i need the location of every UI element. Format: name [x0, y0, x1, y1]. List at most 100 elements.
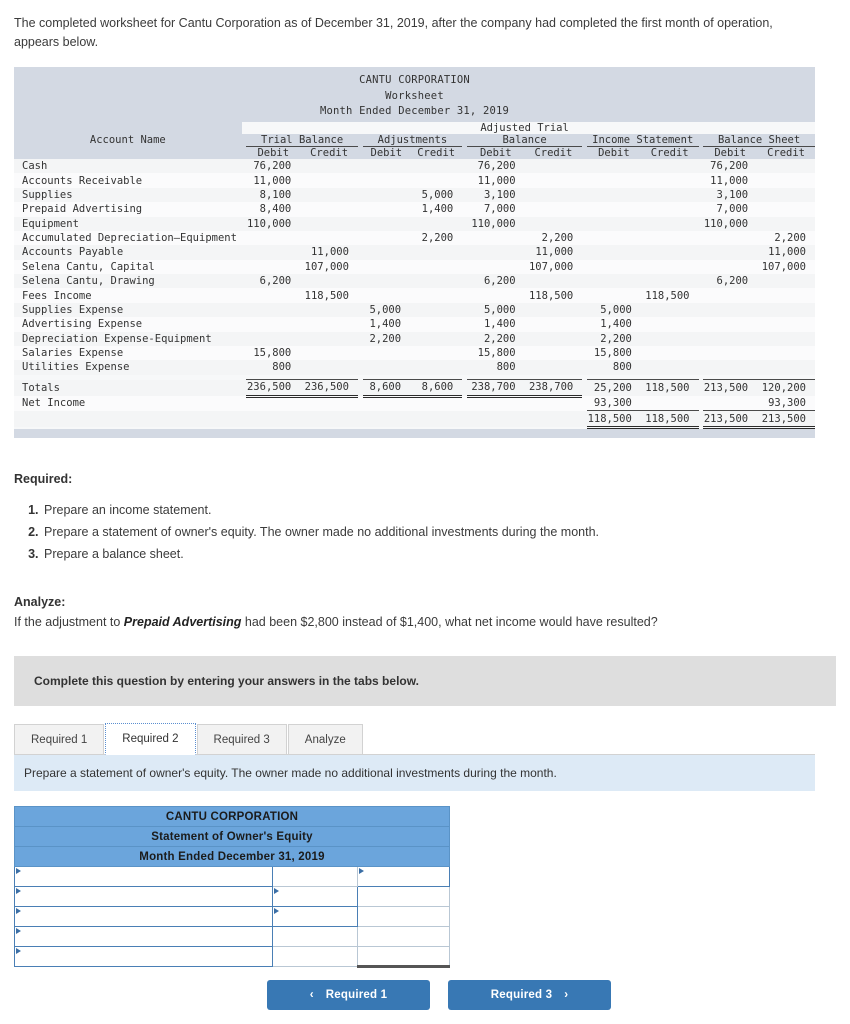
atb-debit-cell: 11,000: [466, 173, 525, 188]
answer-middle-input[interactable]: [272, 926, 358, 948]
account-name-header: Account Name: [14, 134, 242, 147]
adj-debit-cell: 2,200: [362, 331, 411, 346]
answer-middle-input[interactable]: [272, 886, 358, 908]
adj-debit-cell: 5,000: [362, 302, 411, 318]
adj-credit-cell: [410, 360, 463, 375]
tb-credit-cell: [300, 360, 358, 375]
answer-right-input[interactable]: [357, 886, 450, 908]
required-section: Required: Prepare an income statement.Pr…: [0, 438, 850, 566]
answer-description-input[interactable]: [14, 926, 273, 948]
atb-credit-cell: 118,500: [524, 288, 583, 303]
bs-credit-cell: [757, 159, 815, 174]
tab-required-1[interactable]: Required 1: [14, 723, 105, 756]
answer-right-input[interactable]: [357, 946, 450, 969]
adj-debit-cell: [362, 187, 411, 203]
answer-middle-input[interactable]: [272, 866, 358, 888]
dropdown-triangle-icon: [16, 868, 21, 875]
worksheet-doc-type: Worksheet: [385, 89, 444, 102]
answer-description-input[interactable]: [14, 906, 273, 928]
adjusted-trial-label-row: Adjusted Trial: [14, 122, 815, 134]
tab-analyze[interactable]: Analyze: [287, 723, 363, 756]
bs-debit-cell: 110,000: [703, 216, 758, 231]
worksheet-company: CANTU CORPORATION: [359, 73, 470, 86]
bs-credit-cell: [757, 274, 815, 289]
answer-right-input[interactable]: [357, 906, 450, 928]
analyze-section: Analyze: If the adjustment to Prepaid Ad…: [0, 565, 850, 632]
adj-debit-cell: [362, 259, 411, 274]
bs-debit-cell: [703, 230, 758, 246]
atb-credit-cell: [524, 345, 583, 361]
adj-credit-cell: [410, 259, 463, 274]
answer-right-input[interactable]: [357, 866, 450, 888]
is-debit-cell: 1,400: [586, 317, 641, 332]
tab-required-3[interactable]: Required 3: [196, 723, 287, 756]
worksheet-row: Accounts Payable 11,000 11,000 11,000: [14, 245, 815, 260]
tb-debit-cell: [246, 302, 301, 318]
group-header-balance-sheet: Balance Sheet: [703, 134, 815, 147]
is-credit-cell: [640, 245, 699, 260]
is-debit-cell: 2,200: [586, 331, 641, 346]
tb-debit-cell: [246, 288, 301, 303]
atb-debit-cell: 5,000: [466, 302, 525, 318]
atb-credit-cell: [524, 216, 583, 231]
worksheet-row: Accounts Receivable 11,000 11,000 11,000: [14, 173, 815, 188]
adj-debit-cell: [362, 360, 411, 375]
totals-label: Totals: [14, 379, 242, 396]
tab-instruction: Prepare a statement of owner's equity. T…: [14, 754, 815, 792]
adj-credit-cell: [410, 288, 463, 303]
account-name-cell: Advertising Expense: [14, 317, 242, 332]
chevron-left-icon: ‹: [309, 989, 314, 1002]
tb-debit-cell: [246, 259, 301, 274]
answer-description-input[interactable]: [14, 866, 273, 888]
bs-credit-header: Credit: [757, 146, 815, 159]
page-root: The completed worksheet for Cantu Corpor…: [0, 0, 850, 1011]
grand-totals-bs-credit: 213,500: [757, 410, 815, 429]
is-credit-cell: [640, 202, 699, 217]
answer-form: CANTU CORPORATION Statement of Owner's Eq…: [14, 806, 850, 969]
callout-banner: Complete this question by entering your …: [14, 656, 836, 707]
answer-description-input[interactable]: [14, 946, 273, 968]
worksheet-row: Salaries Expense 15,800 15,800 15,800: [14, 345, 815, 361]
group-headers-row: Account Name Trial Balance Adjustments B…: [14, 134, 815, 147]
totals-adj-debit: 8,600: [362, 379, 411, 398]
worksheet-row: Selena Cantu, Drawing 6,200 6,200 6,200: [14, 274, 815, 289]
account-name-cell: Utilities Expense: [14, 360, 242, 375]
atb-credit-cell: [524, 202, 583, 217]
is-debit-cell: 5,000: [586, 302, 641, 318]
next-required-button[interactable]: Required 3 ›: [448, 980, 611, 1011]
tb-credit-cell: [300, 187, 358, 203]
group-header-adjusted-balance: Balance: [466, 134, 583, 147]
tb-credit-cell: [300, 274, 358, 289]
answer-right-input[interactable]: [357, 926, 450, 948]
is-credit-cell: 118,500: [640, 288, 699, 303]
bs-debit-cell: [703, 345, 758, 361]
analyze-emphasis: Prepaid Advertising: [123, 615, 242, 630]
atb-debit-cell: [466, 230, 525, 246]
net-income-bs-credit: 93,300: [757, 396, 815, 411]
answer-middle-input[interactable]: [272, 906, 358, 928]
account-name-cell: Accounts Payable: [14, 245, 242, 260]
answer-title-line: CANTU CORPORATION: [14, 806, 450, 828]
atb-debit-cell: 110,000: [466, 216, 525, 231]
answer-title-line: Month Ended December 31, 2019: [14, 846, 450, 868]
answer-description-input[interactable]: [14, 886, 273, 908]
account-name-cell: Accumulated Depreciation—Equipment: [14, 230, 242, 246]
adj-debit-cell: [362, 216, 411, 231]
previous-required-button[interactable]: ‹ Required 1: [267, 980, 430, 1011]
tab-required-2[interactable]: Required 2: [105, 722, 196, 756]
atb-credit-cell: 11,000: [524, 245, 583, 260]
atb-credit-cell: [524, 302, 583, 318]
atb-debit-cell: [466, 288, 525, 303]
worksheet-body: Cash 76,200 76,200 76,200 Accounts Receivabl…: [14, 159, 815, 429]
answer-middle-input[interactable]: [272, 946, 358, 968]
tb-debit-cell: 11,000: [246, 173, 301, 188]
totals-tb-credit: 236,500: [300, 379, 358, 398]
worksheet-footer-bar: [14, 428, 815, 438]
tb-debit-header: Debit: [246, 146, 301, 159]
tb-debit-cell: 15,800: [246, 345, 301, 361]
tb-credit-cell: [300, 216, 358, 231]
adj-credit-cell: [410, 173, 463, 188]
tb-credit-cell: [300, 230, 358, 246]
totals-bs-credit: 120,200: [757, 379, 815, 396]
adj-debit-cell: [362, 345, 411, 361]
